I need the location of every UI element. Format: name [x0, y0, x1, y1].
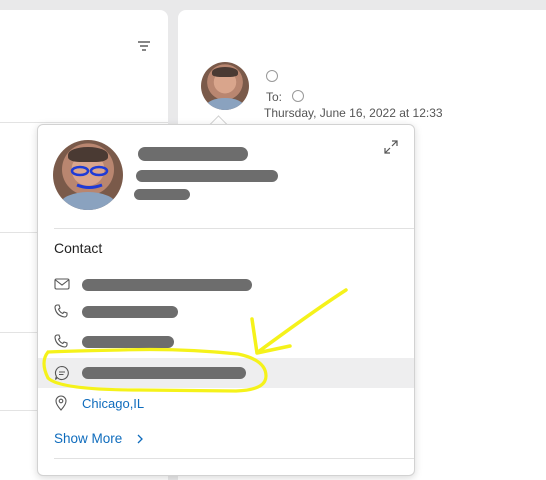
annotation-overlay	[42, 288, 348, 393]
annotation-arrow-shaft	[256, 288, 348, 354]
highlight-ellipse	[42, 347, 268, 393]
annotation-arrow-head	[250, 317, 292, 355]
